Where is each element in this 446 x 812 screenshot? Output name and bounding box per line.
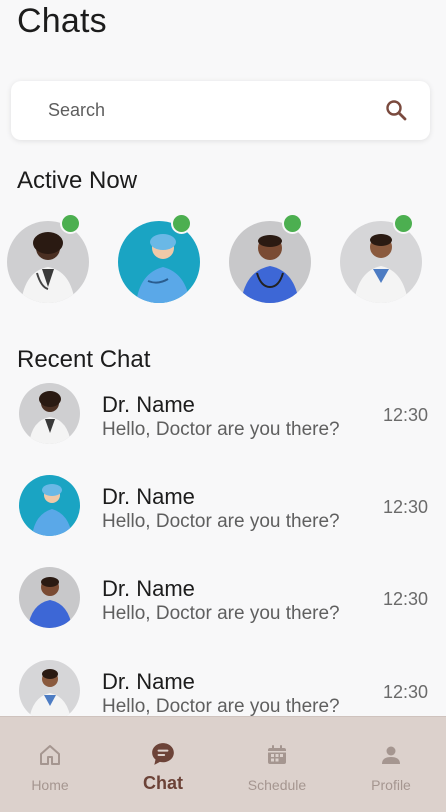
chat-last-message: Hello, Doctor are you there? bbox=[102, 603, 340, 624]
chat-contact-name: Dr. Name bbox=[102, 669, 195, 694]
nav-home[interactable]: Home bbox=[0, 717, 100, 812]
doctor-avatar bbox=[19, 660, 80, 721]
search-input[interactable] bbox=[11, 81, 371, 140]
chat-last-message: Hello, Doctor are you there? bbox=[102, 419, 340, 440]
chat-timestamp: 12:30 bbox=[382, 682, 428, 702]
recent-chat-title: Recent Chat bbox=[17, 346, 151, 373]
page-title: Chats bbox=[17, 2, 107, 40]
nav-label: Profile bbox=[371, 777, 411, 793]
nav-profile[interactable]: Profile bbox=[341, 717, 441, 812]
search-icon[interactable] bbox=[384, 98, 408, 122]
online-status-dot bbox=[393, 213, 414, 234]
online-status-dot bbox=[60, 213, 81, 234]
online-status-dot bbox=[282, 213, 303, 234]
chat-last-message: Hello, Doctor are you there? bbox=[102, 696, 340, 717]
active-now-title: Active Now bbox=[17, 167, 138, 194]
chat-list-item[interactable]: Dr. Name Hello, Doctor are you there? 12… bbox=[0, 383, 446, 463]
online-status-dot bbox=[171, 213, 192, 234]
chat-timestamp: 12:30 bbox=[382, 405, 428, 425]
chat-list-item[interactable]: Dr. Name Hello, Doctor are you there? 12… bbox=[0, 475, 446, 555]
chat-contact-name: Dr. Name bbox=[102, 484, 195, 509]
active-doctor-avatar[interactable] bbox=[340, 221, 422, 303]
search-bar[interactable] bbox=[11, 81, 430, 140]
active-doctor-avatar[interactable] bbox=[118, 221, 200, 303]
nav-label: Home bbox=[31, 777, 69, 793]
nav-label: Schedule bbox=[247, 777, 307, 793]
bottom-navigation-bar: Home Chat Schedule Profile bbox=[0, 716, 446, 812]
active-doctor-avatar[interactable] bbox=[7, 221, 89, 303]
doctor-avatar bbox=[19, 567, 80, 628]
chat-last-message: Hello, Doctor are you there? bbox=[102, 511, 340, 532]
active-doctor-avatar[interactable] bbox=[229, 221, 311, 303]
nav-label: Chat bbox=[143, 773, 183, 793]
chat-timestamp: 12:30 bbox=[382, 589, 428, 609]
nav-schedule[interactable]: Schedule bbox=[227, 717, 327, 812]
doctor-avatar bbox=[19, 475, 80, 536]
chat-list-item[interactable]: Dr. Name Hello, Doctor are you there? 12… bbox=[0, 567, 446, 647]
nav-chat[interactable]: Chat bbox=[113, 717, 213, 812]
chat-contact-name: Dr. Name bbox=[102, 576, 195, 601]
chat-timestamp: 12:30 bbox=[382, 497, 428, 517]
doctor-avatar bbox=[19, 383, 80, 444]
chat-contact-name: Dr. Name bbox=[102, 392, 195, 417]
